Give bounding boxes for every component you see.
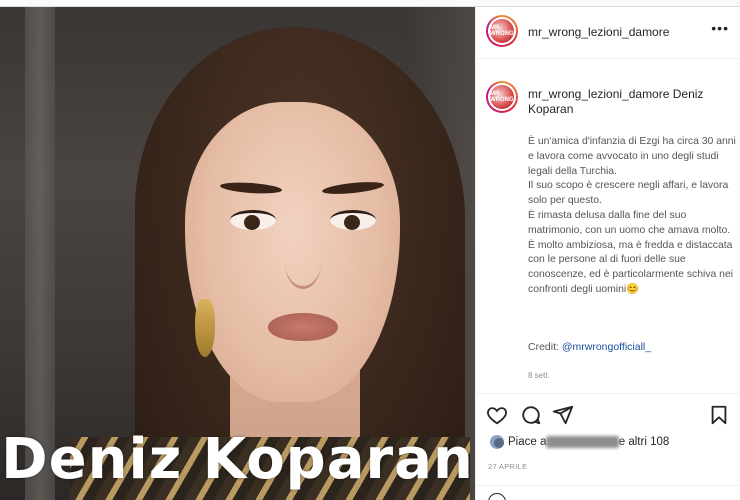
divider <box>476 485 740 486</box>
liker-avatar <box>490 435 504 449</box>
post-sidebar: MR WRONG mr_wrong_lezioni_damore ••• MR … <box>475 7 740 500</box>
photo-caption: Deniz Koparan <box>1 427 474 492</box>
likes-prefix: Piace a <box>508 436 547 448</box>
emoji-icon[interactable] <box>488 493 506 500</box>
top-strip <box>0 0 740 7</box>
earring <box>195 299 215 357</box>
post-photo[interactable]: Deniz Koparan <box>0 7 475 500</box>
time-ago: 8 sett. <box>528 371 550 380</box>
bookmark-icon[interactable] <box>708 404 730 426</box>
action-bar <box>476 393 740 433</box>
post-header: MR WRONG mr_wrong_lezioni_damore ••• <box>476 7 740 59</box>
eye-right <box>330 210 376 230</box>
caption-credit: Credit: @mrwrongofficiall_ <box>528 341 651 353</box>
more-options-icon[interactable]: ••• <box>711 20 729 36</box>
avatar-image: MR WRONG <box>490 85 514 109</box>
caption-avatar[interactable]: MR WRONG <box>486 81 518 113</box>
caption-username[interactable]: mr_wrong_lezioni_damore <box>528 87 669 101</box>
comment-icon[interactable] <box>520 404 542 426</box>
caption-heading: mr_wrong_lezioni_damore Deniz Koparan <box>528 87 733 117</box>
caption-body: È un'amica d'infanzia di Ezgi ha circa 3… <box>528 135 738 298</box>
heart-icon[interactable] <box>486 404 508 426</box>
paper-plane-icon[interactable] <box>552 404 574 426</box>
avatar-image: MR WRONG <box>490 19 514 43</box>
eye-left <box>230 210 276 230</box>
caption-text: È un'amica d'infanzia di Ezgi ha circa 3… <box>528 136 736 295</box>
likes-summary[interactable]: Piace a frizzafederica e altri 108 <box>490 435 669 449</box>
avatar[interactable]: MR WRONG <box>486 15 518 47</box>
credit-prefix: Credit: <box>528 341 562 353</box>
nose-shape <box>285 237 321 289</box>
likes-suffix[interactable]: e altri 108 <box>619 436 670 448</box>
liker-username[interactable]: frizzafederica <box>546 436 619 448</box>
lips-shape <box>268 313 338 341</box>
credit-link[interactable]: @mrwrongofficiall_ <box>562 341 651 353</box>
header-username[interactable]: mr_wrong_lezioni_damore <box>528 25 669 39</box>
post-date: 27 APRILE <box>488 462 528 471</box>
